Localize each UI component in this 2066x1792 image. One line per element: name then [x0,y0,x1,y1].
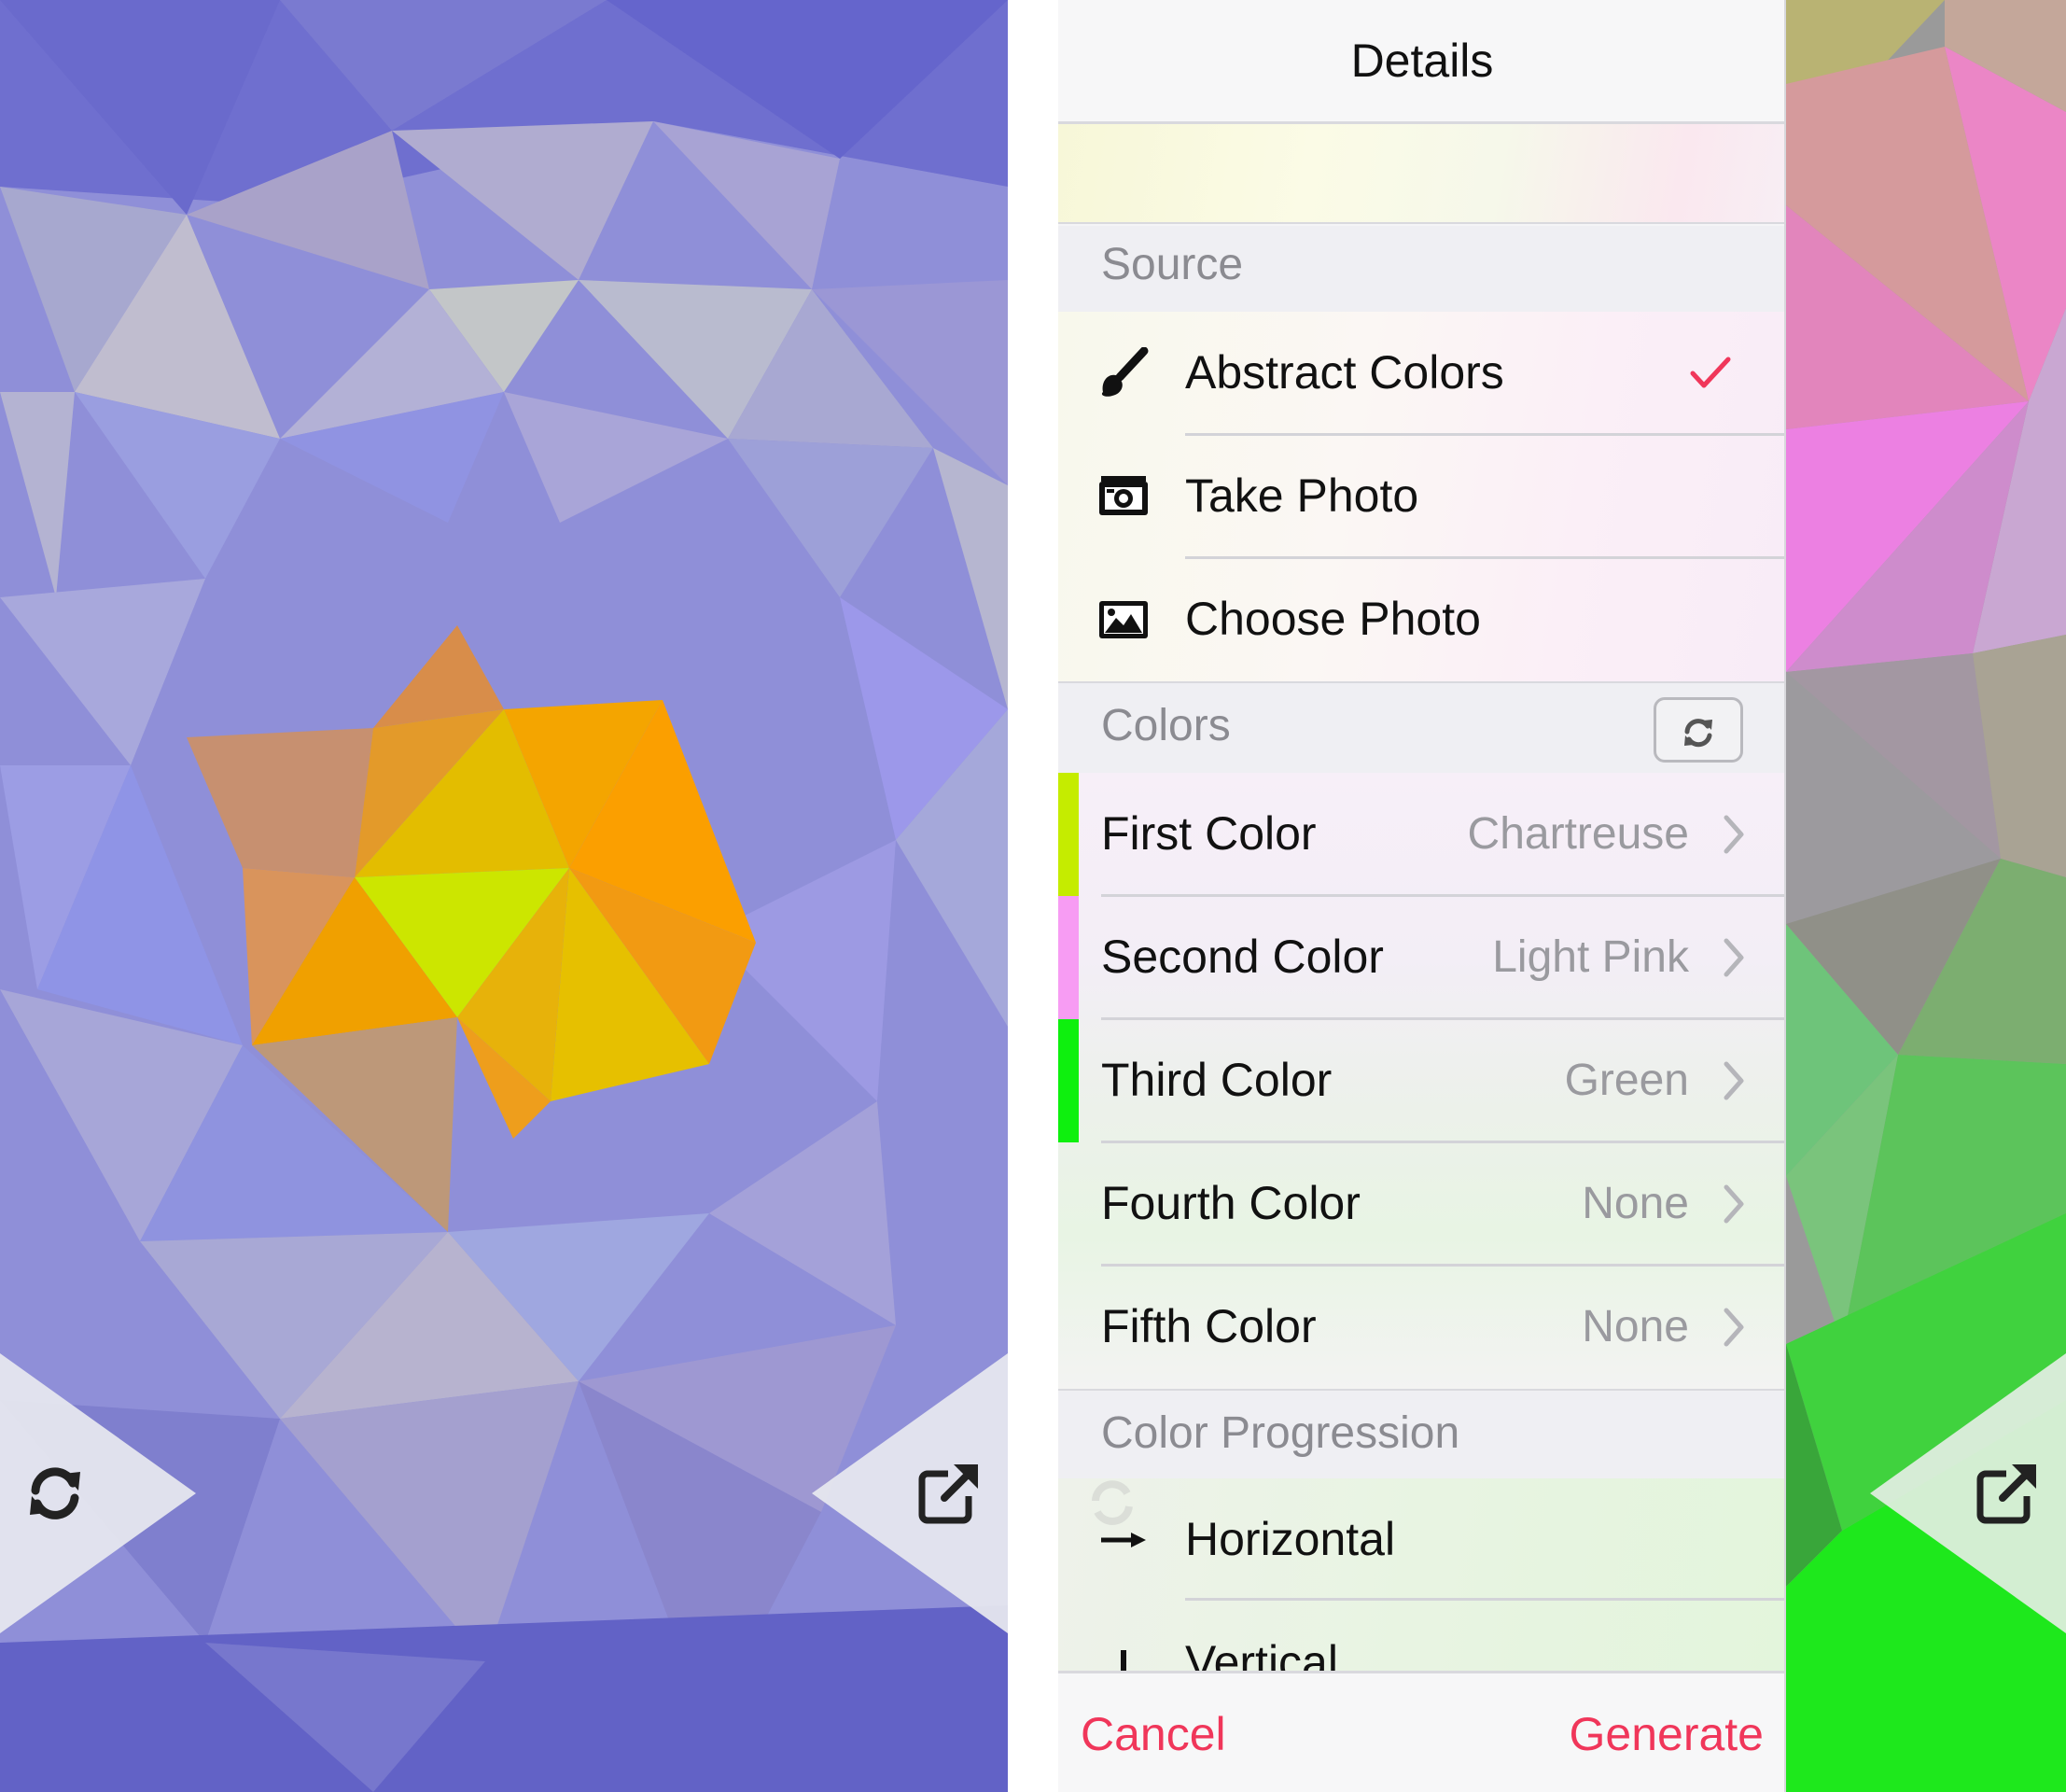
progression-group: Horizontal Vertical [1058,1478,1784,1671]
share-icon[interactable] [1975,1461,2040,1526]
image-icon [1097,594,1150,646]
colors-section-header: Colors [1058,681,1784,773]
source-section-label: Source [1101,240,1244,289]
color-item-value: None [1582,1179,1689,1228]
chevron-right-icon [1723,1183,1745,1225]
source-group: Abstract Colors Take Photo Choose Photo [1058,312,1784,681]
color-swatch [1058,896,1079,1019]
share-tab[interactable] [1865,1353,2066,1633]
source-item-label: Take Photo [1185,469,1419,522]
bottom-bar: Cancel Generate [1058,1671,1784,1792]
chevron-right-icon [1723,1307,1745,1348]
color-item-fifth[interactable]: Fifth Color None [1058,1266,1784,1389]
color-item-value: None [1582,1302,1689,1351]
colors-section-label: Colors [1101,701,1231,750]
color-swatch [1058,773,1079,896]
source-item-abstract-colors[interactable]: Abstract Colors [1058,312,1784,436]
cancel-button[interactable]: Cancel [1081,1673,1226,1792]
chevron-right-icon [1723,1060,1745,1101]
chevron-right-icon [1723,937,1745,978]
color-swatch [1058,1019,1079,1142]
chevron-right-icon [1723,814,1745,855]
colors-group: First Color Chartreuse Second Color Ligh… [1058,773,1784,1389]
source-item-label: Choose Photo [1185,593,1481,645]
color-item-fourth[interactable]: Fourth Color None [1058,1142,1784,1267]
source-item-choose-photo[interactable]: Choose Photo [1058,558,1784,681]
checkmark-icon [1689,355,1732,392]
refresh-icon[interactable] [22,1461,88,1526]
row-divider [1185,1598,1784,1601]
color-item-value: Chartreuse [1467,809,1689,859]
color-item-third[interactable]: Third Color Green [1058,1019,1784,1143]
progression-item-horizontal[interactable]: Horizontal [1058,1478,1784,1602]
progression-item-label: Vertical [1185,1636,1338,1671]
source-item-take-photo[interactable]: Take Photo [1058,435,1784,559]
color-item-value: Light Pink [1492,932,1689,982]
background-wallpaper-strip [1786,0,2066,1792]
navbar: Details [1058,0,1784,124]
color-item-label: Fourth Color [1101,1177,1361,1229]
preview-strip [1058,124,1784,224]
progression-section-header: Color Progression [1058,1389,1784,1478]
source-section-header: Source [1058,226,1784,312]
color-item-label: Fifth Color [1101,1300,1317,1352]
color-item-label: Second Color [1101,931,1384,983]
shuffle-icon [1684,719,1712,748]
source-item-label: Abstract Colors [1185,346,1504,399]
page-title: Details [1350,35,1494,87]
paintbrush-icon [1097,346,1150,399]
progression-section-label: Color Progression [1101,1408,1460,1458]
color-item-label: Third Color [1101,1054,1333,1106]
progression-item-vertical[interactable]: Vertical [1058,1602,1784,1671]
camera-icon [1097,470,1150,523]
color-item-first[interactable]: First Color Chartreuse [1058,773,1784,897]
color-item-value: Green [1564,1056,1689,1105]
color-item-label: First Color [1101,807,1317,860]
progression-item-label: Horizontal [1185,1513,1396,1565]
share-tab[interactable] [807,1353,1008,1633]
details-sheet: Details Source Abstract Colors Take Phot… [1058,0,1786,1792]
share-icon[interactable] [916,1461,982,1526]
left-screen [0,0,1008,1792]
arrow-right-icon [1097,1514,1150,1566]
refresh-tab[interactable] [0,1353,201,1633]
color-item-second[interactable]: Second Color Light Pink [1058,896,1784,1020]
generate-button[interactable]: Generate [1570,1673,1764,1792]
shuffle-colors-button[interactable] [1654,697,1743,763]
right-screen: Details Source Abstract Colors Take Phot… [1058,0,2066,1792]
vertical-bar-icon [1097,1637,1150,1671]
